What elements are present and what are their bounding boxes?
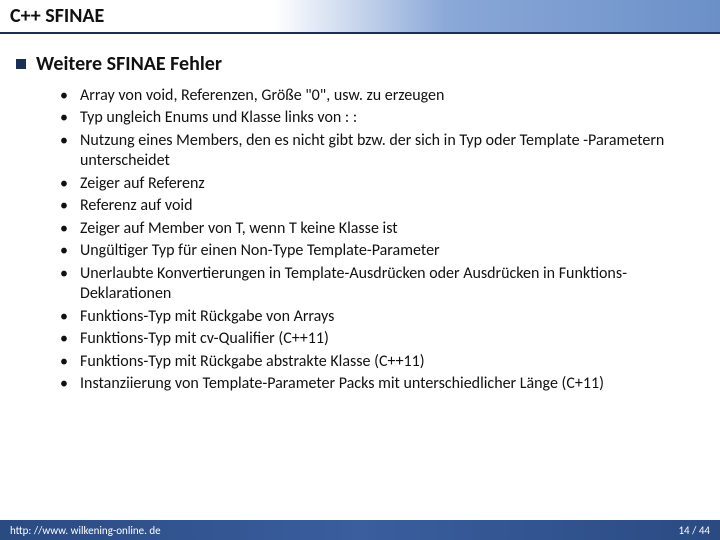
section-heading: Weitere SFINAE Fehler [36,52,222,76]
list-item: Nutzung eines Members, den es nicht gibt… [60,131,694,172]
footer-url: http: //www. wilkening-online. de [10,524,161,537]
section-heading-row: Weitere SFINAE Fehler [16,52,704,76]
bullet-list: Array von void, Referenzen, Größe "0", u… [16,86,704,395]
list-item: Typ ungleich Enums und Klasse links von … [60,108,694,128]
list-item: Zeiger auf Referenz [60,174,694,194]
footer-bar: http: //www. wilkening-online. de 14 / 4… [0,520,720,540]
slide-title: C++ SFINAE [10,4,710,28]
list-item: Referenz auf void [60,196,694,216]
list-item: Unerlaubte Konvertierungen in Template-A… [60,264,694,305]
list-item: Funktions-Typ mit Rückgabe abstrakte Kla… [60,352,694,372]
list-item: Zeiger auf Member von T, wenn T keine Kl… [60,219,694,239]
list-item: Instanziierung von Template-Parameter Pa… [60,374,694,394]
list-item: Ungültiger Typ für einen Non-Type Templa… [60,241,694,261]
page-number: 14 / 44 [678,524,710,537]
content-area: Weitere SFINAE Fehler Array von void, Re… [0,34,720,395]
title-bar: C++ SFINAE [0,0,720,34]
square-bullet-icon [16,59,26,69]
list-item: Funktions-Typ mit cv-Qualifier (C++11) [60,329,694,349]
list-item: Array von void, Referenzen, Größe "0", u… [60,86,694,106]
list-item: Funktions-Typ mit Rückgabe von Arrays [60,307,694,327]
